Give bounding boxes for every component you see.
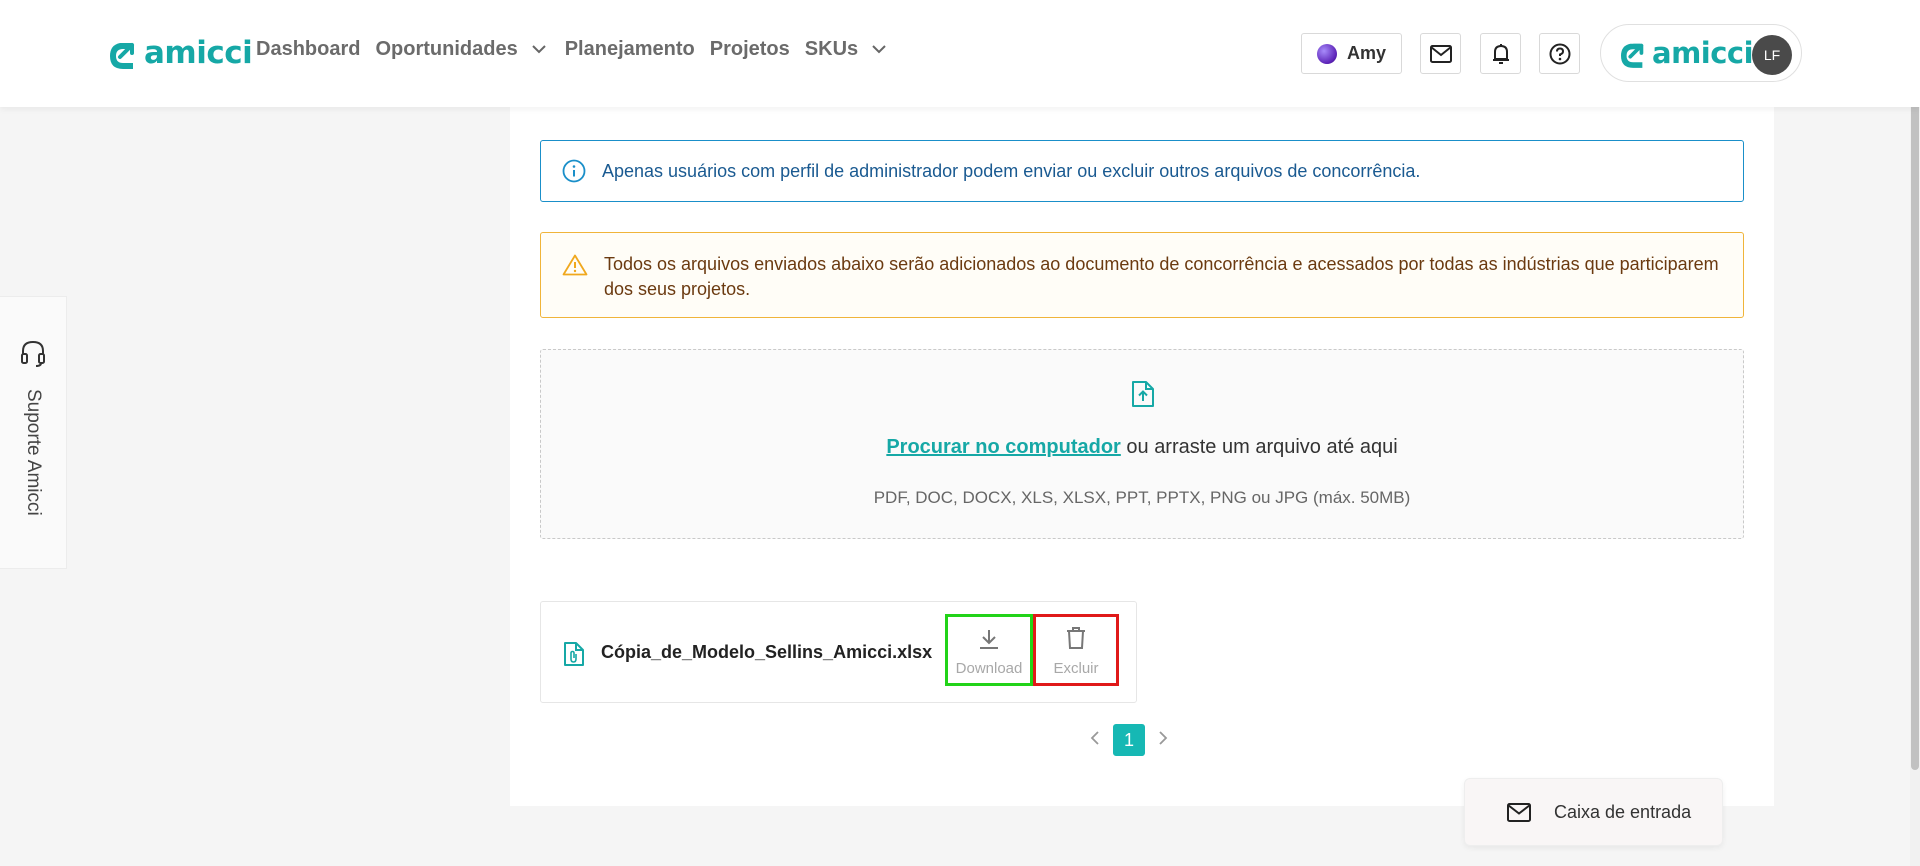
- inbox-button[interactable]: Caixa de entrada: [1464, 778, 1723, 846]
- help-icon: [1549, 43, 1570, 64]
- warning-alert-text: Todos os arquivos enviados abaixo serão …: [604, 254, 1719, 299]
- competition-files-card: Apenas usuários com perfil de administra…: [510, 107, 1774, 806]
- notifications-button[interactable]: [1480, 33, 1521, 74]
- user-orb-icon: [1317, 43, 1337, 64]
- help-button[interactable]: [1539, 33, 1580, 74]
- delete-button[interactable]: Excluir: [1033, 614, 1119, 686]
- nav-item-label: Dashboard: [256, 38, 361, 60]
- nav-item-oportunidades[interactable]: Oportunidades: [375, 38, 549, 61]
- main-nav: Dashboard Oportunidades Planejamento Pro…: [256, 38, 905, 61]
- page-scrollbar[interactable]: [1910, 0, 1920, 866]
- headset-icon: [21, 340, 45, 367]
- nav-item-skus[interactable]: SKUs: [805, 38, 890, 61]
- account-logo-text: amicci: [1652, 36, 1754, 70]
- messages-button[interactable]: [1420, 33, 1461, 74]
- trash-icon: [1067, 627, 1085, 649]
- pagination: 1: [1090, 724, 1168, 756]
- support-tab[interactable]: Suporte Amicci: [0, 296, 67, 569]
- file-list-item: Cópia_de_Modelo_Sellins_Amicci.xlsx Down…: [540, 601, 1137, 703]
- amicci-logo-icon: [110, 43, 134, 69]
- nav-item-label: Planejamento: [564, 38, 695, 60]
- warning-icon: [562, 254, 588, 276]
- chevron-down-icon[interactable]: [531, 45, 546, 54]
- nav-item-label: Oportunidades: [375, 38, 518, 60]
- download-icon: [980, 630, 998, 649]
- file-attachment-icon: [564, 642, 584, 666]
- user-selector-button[interactable]: Amy: [1301, 33, 1402, 74]
- user-name: Amy: [1347, 43, 1387, 63]
- bell-icon: [1492, 43, 1509, 64]
- nav-item-label: SKUs: [804, 38, 859, 60]
- mail-icon: [1507, 802, 1531, 822]
- accepted-formats: PDF, DOC, DOCX, XLS, XLSX, PPT, PPTX, PN…: [873, 488, 1411, 507]
- amicci-logo[interactable]: amicci: [110, 32, 253, 74]
- download-label: Download: [955, 660, 1023, 677]
- nav-item-projetos[interactable]: Projetos: [710, 38, 790, 61]
- dropzone-instruction: Procurar no computador ou arraste um arq…: [541, 436, 1743, 459]
- file-dropzone[interactable]: Procurar no computador ou arraste um arq…: [540, 349, 1744, 539]
- info-alert: Apenas usuários com perfil de administra…: [540, 140, 1744, 202]
- download-button[interactable]: Download: [945, 614, 1033, 686]
- chevron-left-icon[interactable]: [1090, 730, 1099, 750]
- avatar: LF: [1752, 35, 1792, 75]
- nav-item-label: Projetos: [709, 38, 790, 60]
- nav-item-planejamento[interactable]: Planejamento: [565, 38, 695, 61]
- page-number-current[interactable]: 1: [1113, 724, 1145, 756]
- scrollbar-thumb[interactable]: [1911, 0, 1919, 770]
- nav-item-dashboard[interactable]: Dashboard: [256, 38, 360, 61]
- info-icon: [562, 159, 586, 183]
- amicci-logo-icon: [1621, 43, 1644, 68]
- browse-computer-link[interactable]: Procurar no computador: [886, 436, 1120, 458]
- chevron-right-icon[interactable]: [1159, 730, 1168, 750]
- chevron-down-icon[interactable]: [872, 45, 886, 54]
- account-menu-button[interactable]: amicci LF: [1600, 24, 1802, 82]
- support-label: Suporte Amicci: [23, 389, 44, 516]
- inbox-label: Caixa de entrada: [1554, 801, 1692, 822]
- warning-alert: Todos os arquivos enviados abaixo serão …: [540, 232, 1744, 318]
- info-alert-text: Apenas usuários com perfil de administra…: [602, 160, 1421, 181]
- file-upload-icon: [1132, 381, 1154, 407]
- top-navbar: amicci Dashboard Oportunidades Planejame…: [0, 0, 1920, 107]
- delete-label: Excluir: [1053, 660, 1099, 677]
- dropzone-instruction-text: ou arraste um arquivo até aqui: [1120, 436, 1398, 458]
- mail-icon: [1429, 44, 1452, 63]
- file-name: Cópia_de_Modelo_Sellins_Amicci.xlsx: [601, 642, 933, 662]
- amicci-logo-text: amicci: [144, 35, 253, 71]
